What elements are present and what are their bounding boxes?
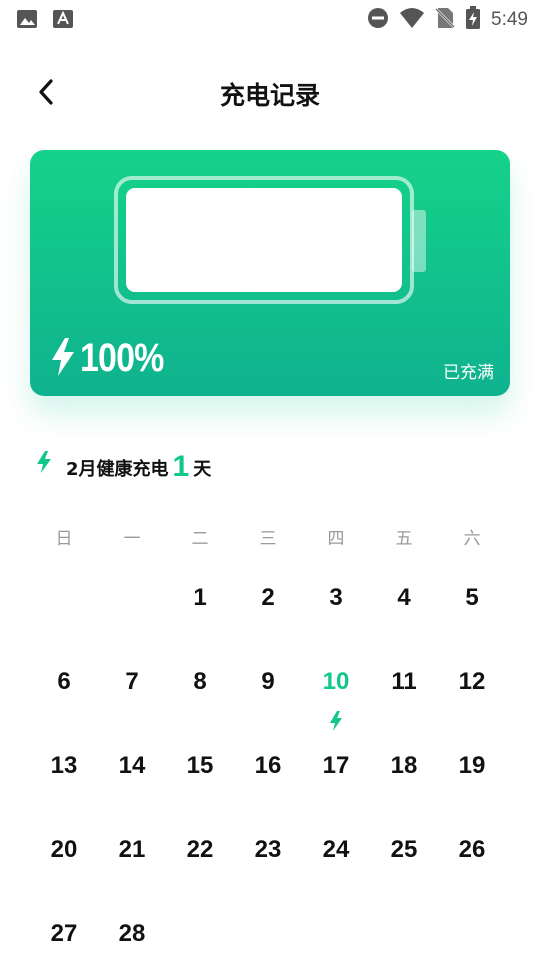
weekday-label: 一 (123, 529, 141, 549)
calendar-day[interactable]: 7 (98, 646, 166, 730)
day-number: 25 (390, 836, 418, 863)
summary-unit: 天 (193, 459, 212, 480)
summary-count: 1 (172, 450, 190, 483)
bolt-icon (50, 337, 76, 381)
calendar-day[interactable]: 12 (438, 646, 506, 730)
calendar-empty-cell (30, 562, 98, 646)
calendar-day[interactable]: 24 (302, 814, 370, 898)
battery-card: 100% 已充满 (30, 150, 510, 396)
day-number: 10 (322, 668, 350, 695)
status-right: 5:49 (367, 6, 528, 34)
calendar-day[interactable]: 14 (98, 730, 166, 814)
day-number: 23 (254, 836, 282, 863)
calendar-day[interactable]: 1 (166, 562, 234, 646)
day-number: 7 (125, 668, 139, 695)
calendar-day[interactable]: 9 (234, 646, 302, 730)
status-bar: 5:49 (0, 0, 540, 36)
status-time: 5:49 (491, 9, 528, 30)
no-sim-icon (435, 6, 455, 34)
calendar-day[interactable]: 17 (302, 730, 370, 814)
calendar-day[interactable]: 25 (370, 814, 438, 898)
calendar-day[interactable]: 10 (302, 646, 370, 731)
calendar-grid: 1 2 3 4 5 6 7 8 9 10 11 12 13 14 15 16 17 18 19 20 21 22 23 24 2… (30, 562, 506, 960)
dnd-icon (367, 7, 389, 33)
battery-charging-icon (465, 6, 481, 34)
weekday-label: 六 (463, 529, 481, 549)
day-number: 8 (193, 668, 207, 695)
calendar-empty-cell (98, 562, 166, 646)
charge-summary: 2月健康充电 1 天 (36, 446, 211, 482)
day-number: 28 (118, 920, 146, 947)
day-number: 4 (397, 584, 411, 611)
day-number: 1 (193, 584, 207, 611)
calendar-day[interactable]: 6 (30, 646, 98, 730)
calendar-day[interactable]: 15 (166, 730, 234, 814)
calendar-day[interactable]: 21 (98, 814, 166, 898)
image-icon (16, 8, 38, 34)
calendar-day[interactable]: 3 (302, 562, 370, 646)
day-number: 16 (254, 752, 282, 779)
day-number: 12 (458, 668, 486, 695)
day-number: 5 (465, 584, 479, 611)
day-number: 27 (50, 920, 78, 947)
calendar-day[interactable]: 13 (30, 730, 98, 814)
summary-text: 2月健康充电 (66, 459, 169, 480)
app-bar: 充电记录 (0, 62, 540, 122)
calendar-day[interactable]: 19 (438, 730, 506, 814)
calendar-day[interactable]: 2 (234, 562, 302, 646)
day-number: 21 (118, 836, 146, 863)
calendar-day[interactable]: 26 (438, 814, 506, 898)
weekday-label: 二 (191, 529, 209, 549)
calendar-day[interactable]: 16 (234, 730, 302, 814)
day-number: 6 (57, 668, 71, 695)
day-number: 15 (186, 752, 214, 779)
status-left (16, 8, 74, 34)
day-number: 17 (322, 752, 350, 779)
bolt-icon (36, 450, 52, 478)
calendar-day[interactable]: 11 (370, 646, 438, 730)
day-number: 22 (186, 836, 214, 863)
calendar-day[interactable]: 23 (234, 814, 302, 898)
font-icon (52, 8, 74, 34)
page-title: 充电记录 (219, 81, 320, 110)
calendar-day[interactable]: 18 (370, 730, 438, 814)
calendar-day[interactable]: 20 (30, 814, 98, 898)
battery-fill (126, 188, 402, 292)
percent-row: 100% (50, 336, 178, 381)
day-number: 9 (261, 668, 275, 695)
day-number: 3 (329, 584, 343, 611)
battery-percent: 100% (80, 336, 164, 380)
calendar-day[interactable]: 4 (370, 562, 438, 646)
weekday-label: 日 (55, 529, 73, 549)
day-number: 14 (118, 752, 146, 779)
calendar-day[interactable]: 22 (166, 814, 234, 898)
day-number: 24 (322, 836, 350, 863)
day-number: 18 (390, 752, 418, 779)
weekday-header: 日 一 二 三 四 五 六 (30, 526, 506, 552)
day-number: 11 (391, 668, 417, 695)
calendar-day[interactable]: 28 (98, 898, 166, 960)
weekday-label: 三 (259, 529, 277, 549)
weekday-label: 五 (395, 529, 413, 549)
day-number: 26 (458, 836, 486, 863)
weekday-label: 四 (327, 529, 345, 549)
calendar-day[interactable]: 5 (438, 562, 506, 646)
day-number: 20 (50, 836, 78, 863)
calendar-day[interactable]: 8 (166, 646, 234, 730)
day-number: 2 (261, 584, 275, 611)
day-number: 19 (458, 752, 486, 779)
battery-graphic (114, 176, 430, 312)
day-number: 13 (50, 752, 78, 779)
charge-status: 已充满 (443, 363, 494, 383)
wifi-icon (399, 7, 425, 33)
calendar-day[interactable]: 27 (30, 898, 98, 960)
